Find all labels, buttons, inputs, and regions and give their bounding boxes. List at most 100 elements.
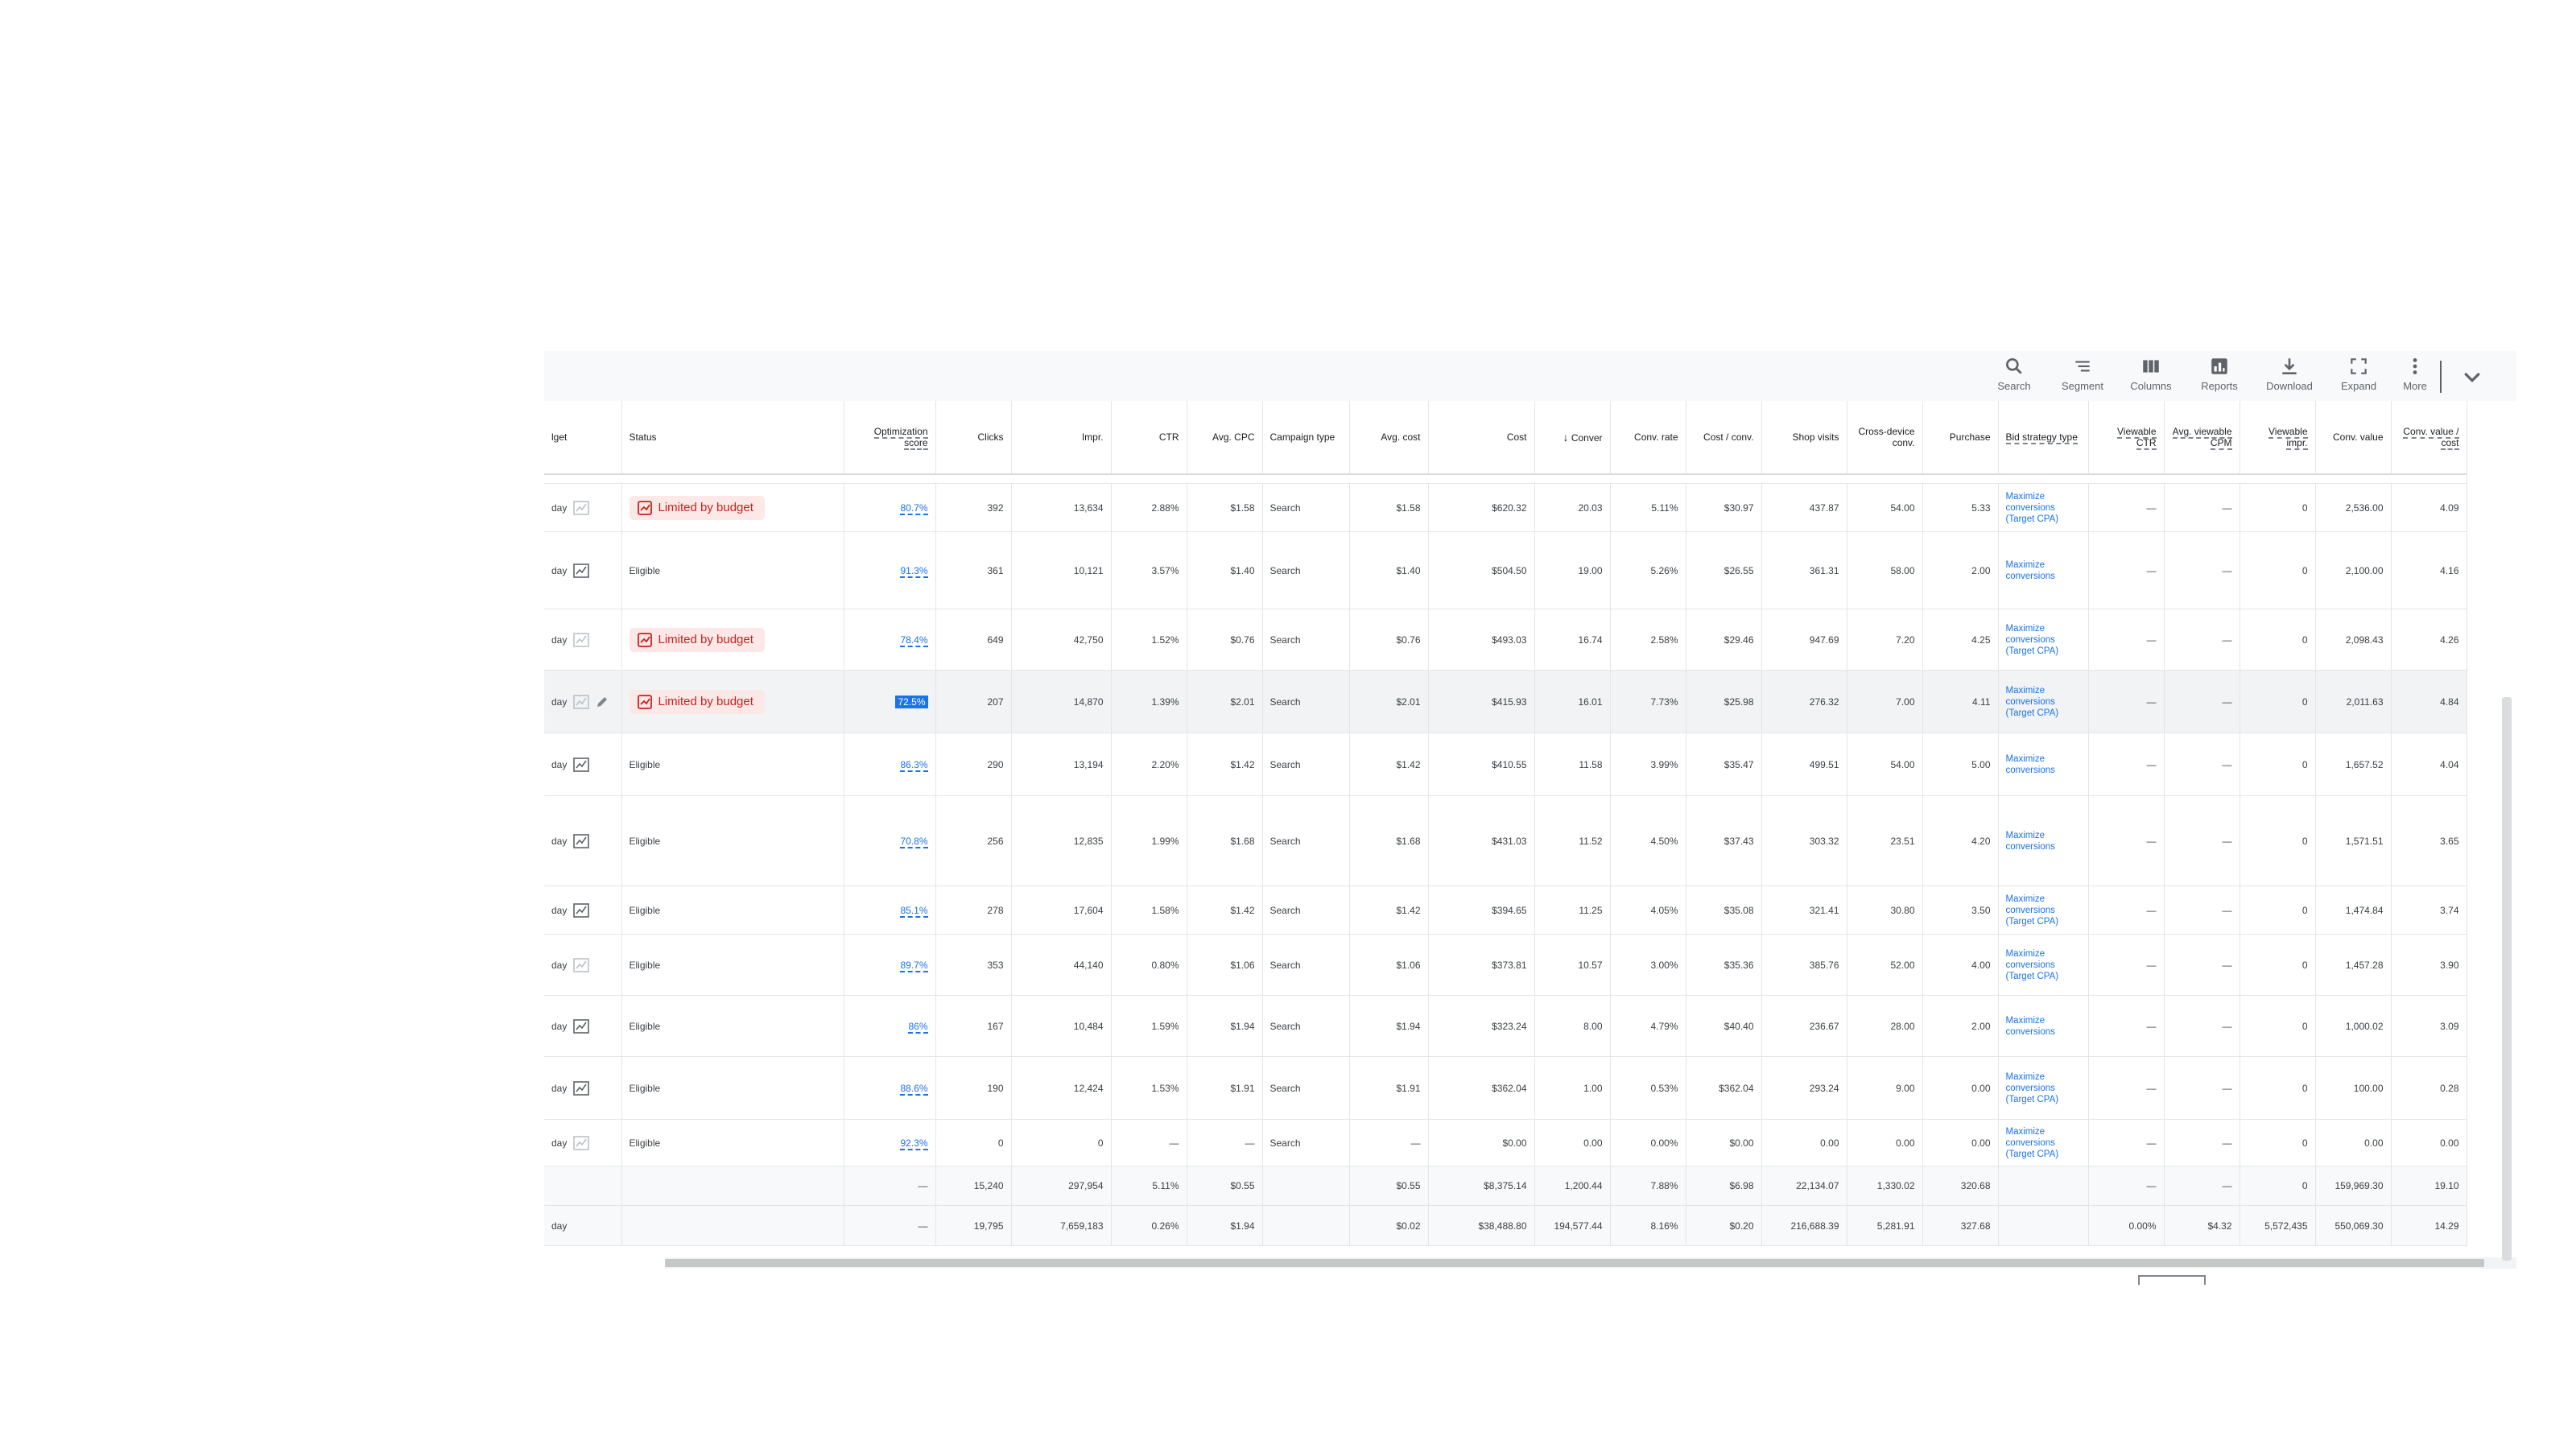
performance-chart-icon[interactable] [573, 500, 590, 515]
limited-by-budget-badge[interactable]: Limited by budget [629, 627, 765, 652]
header-cost-per-conv[interactable]: Cost / conv. [1686, 401, 1762, 475]
optimization-score-link[interactable]: 85.1% [900, 904, 928, 918]
bid-strategy-cell[interactable]: Maximize conversions [1998, 531, 2089, 609]
status-cell[interactable]: Eligible [621, 886, 844, 935]
horizontal-scrollbar-thumb[interactable] [665, 1259, 2484, 1267]
more-tool[interactable]: More [2384, 356, 2446, 399]
performance-chart-icon[interactable] [573, 1018, 590, 1034]
header-avg-viewable-cpm[interactable]: Avg. viewable CPM [2164, 401, 2240, 475]
status-cell[interactable]: Eligible [621, 531, 844, 609]
bid-strategy-cell[interactable]: Maximize conversions (Target CPA) [1998, 1119, 2089, 1166]
table-row[interactable]: day Limited by budget 72.5% 207 14,870 1.39% $… [544, 670, 2467, 733]
budget-cell[interactable]: day [544, 886, 622, 935]
header-conversions[interactable]: ↓ Conver [1534, 401, 1611, 475]
bid-strategy-cell[interactable]: Maximize conversions [1998, 733, 2089, 796]
performance-chart-icon[interactable] [573, 632, 590, 647]
optimization-score-cell[interactable]: 89.7% [844, 934, 936, 996]
optimization-score-cell[interactable]: 92.3% [844, 1119, 936, 1166]
optimization-score-cell[interactable]: 70.8% [844, 795, 936, 886]
bid-strategy-cell[interactable]: Maximize conversions [1998, 795, 2089, 886]
status-cell[interactable]: Eligible [621, 995, 844, 1057]
status-cell[interactable]: Eligible [621, 733, 844, 796]
table-row[interactable]: day Limited by budget 80.7% 392 13,634 2.88% $… [544, 483, 2467, 532]
download-tool[interactable]: Download [2259, 356, 2320, 399]
bid-strategy-link[interactable]: Maximize conversions (Target CPA) [2006, 894, 2081, 927]
collapse-toolbar-button[interactable] [2460, 367, 2484, 388]
header-conv-rate[interactable]: Conv. rate [1610, 401, 1686, 475]
budget-cell[interactable]: day [544, 1056, 622, 1120]
performance-chart-icon[interactable] [573, 694, 590, 709]
header-viewable-ctr[interactable]: Viewable CTR [2088, 401, 2165, 475]
bid-strategy-cell[interactable]: Maximize conversions (Target CPA) [1998, 670, 2089, 733]
table-row[interactable]: day Eligible 91.3% 361 10,121 3.57% $1.40 Searc… [544, 531, 2467, 609]
limited-by-budget-badge[interactable]: Limited by budget [629, 495, 765, 520]
budget-cell[interactable]: day [544, 483, 622, 532]
budget-cell[interactable]: day [544, 609, 622, 671]
header-cost[interactable]: Cost [1428, 401, 1535, 475]
bid-strategy-link[interactable]: Maximize conversions (Target CPA) [2006, 623, 2081, 657]
bid-strategy-link[interactable]: Maximize conversions [2006, 1015, 2081, 1038]
optimization-score-cell[interactable]: 91.3% [844, 531, 936, 609]
status-cell[interactable]: Eligible [621, 934, 844, 996]
optimization-score-link[interactable]: 86% [908, 1020, 928, 1034]
bid-strategy-cell[interactable]: Maximize conversions (Target CPA) [1998, 934, 2089, 996]
bid-strategy-cell[interactable]: Maximize conversions (Target CPA) [1998, 886, 2089, 935]
status-cell[interactable]: Eligible [621, 1056, 844, 1120]
optimization-score-link[interactable]: 78.4% [900, 634, 928, 647]
bid-strategy-link[interactable]: Maximize conversions (Target CPA) [2006, 491, 2081, 525]
header-ctr[interactable]: CTR [1111, 401, 1187, 475]
header-avg-cost[interactable]: Avg. cost [1349, 401, 1429, 475]
budget-cell[interactable]: day [544, 795, 622, 886]
vertical-scrollbar[interactable] [2502, 697, 2512, 1261]
status-cell[interactable]: Eligible [621, 795, 844, 886]
header-purchase[interactable]: Purchase [1922, 401, 1999, 475]
bid-strategy-cell[interactable]: Maximize conversions (Target CPA) [1998, 1056, 2089, 1120]
optimization-score-link[interactable]: 91.3% [900, 564, 928, 578]
bid-strategy-link[interactable]: Maximize conversions (Target CPA) [2006, 948, 2081, 982]
status-cell[interactable]: Limited by budget [621, 670, 844, 733]
bid-strategy-cell[interactable]: Maximize conversions (Target CPA) [1998, 609, 2089, 671]
optimization-score-link[interactable]: 72.5% [895, 695, 928, 708]
bid-strategy-link[interactable]: Maximize conversions [2006, 753, 2081, 776]
optimization-score-cell[interactable]: 88.6% [844, 1056, 936, 1120]
budget-cell[interactable]: day [544, 1119, 622, 1166]
performance-chart-icon[interactable] [573, 1080, 590, 1096]
bid-strategy-link[interactable]: Maximize conversions (Target CPA) [2006, 1126, 2081, 1160]
edit-pencil-icon[interactable] [596, 696, 609, 708]
budget-cell[interactable]: day [544, 670, 622, 733]
bid-strategy-link[interactable]: Maximize conversions [2006, 559, 2081, 582]
optimization-score-link[interactable]: 88.6% [900, 1082, 928, 1096]
header-bid-strategy[interactable]: Bid strategy type [1998, 401, 2089, 475]
columns-tool[interactable]: Columns [2120, 356, 2182, 399]
table-row[interactable]: day Eligible 92.3% 0 0— — Search — $0.00 0.00 0.00… [544, 1119, 2467, 1166]
header-viewable-impr[interactable]: Viewable impr. [2240, 401, 2316, 475]
performance-chart-icon[interactable] [573, 957, 590, 972]
optimization-score-cell[interactable]: 86% [844, 995, 936, 1057]
bid-strategy-link[interactable]: Maximize conversions (Target CPA) [2006, 685, 2081, 719]
header-cross-device[interactable]: Cross-device conv. [1847, 401, 1923, 475]
table-row[interactable]: day Eligible 86.3% 290 13,194 2.20% $1.42 Searc… [544, 733, 2467, 796]
status-cell[interactable]: Limited by budget [621, 609, 844, 671]
header-avg-cpc[interactable]: Avg. CPC [1187, 401, 1263, 475]
bid-strategy-cell[interactable]: Maximize conversions (Target CPA) [1998, 483, 2089, 532]
header-clicks[interactable]: Clicks [935, 401, 1012, 475]
table-row[interactable]: day Limited by budget 78.4% 649 42,750 1.52% $… [544, 609, 2467, 671]
budget-cell[interactable]: day [544, 733, 622, 796]
budget-cell[interactable]: day [544, 934, 622, 996]
header-campaign-type[interactable]: Campaign type [1262, 401, 1350, 475]
performance-chart-icon[interactable] [573, 902, 590, 918]
performance-chart-icon[interactable] [573, 833, 590, 848]
header-conv-value[interactable]: Conv. value [2315, 401, 2392, 475]
optimization-score-cell[interactable]: 80.7% [844, 483, 936, 532]
performance-chart-icon[interactable] [573, 1135, 590, 1150]
optimization-score-link[interactable]: 89.7% [900, 959, 928, 972]
optimization-score-link[interactable]: 70.8% [900, 835, 928, 848]
table-row[interactable]: day Eligible 89.7% 353 44,140 0.80% $1.06 Searc… [544, 934, 2467, 996]
optimization-score-cell[interactable]: 86.3% [844, 733, 936, 796]
performance-chart-icon[interactable] [573, 757, 590, 772]
header-impr[interactable]: Impr. [1011, 401, 1112, 475]
header-budget[interactable]: lget [544, 401, 622, 475]
expand-tool[interactable]: Expand [2328, 356, 2389, 399]
table-row[interactable]: day Eligible 85.1% 278 17,604 1.58% $1.42 Searc… [544, 886, 2467, 935]
segment-tool[interactable]: Segment [2052, 356, 2113, 399]
